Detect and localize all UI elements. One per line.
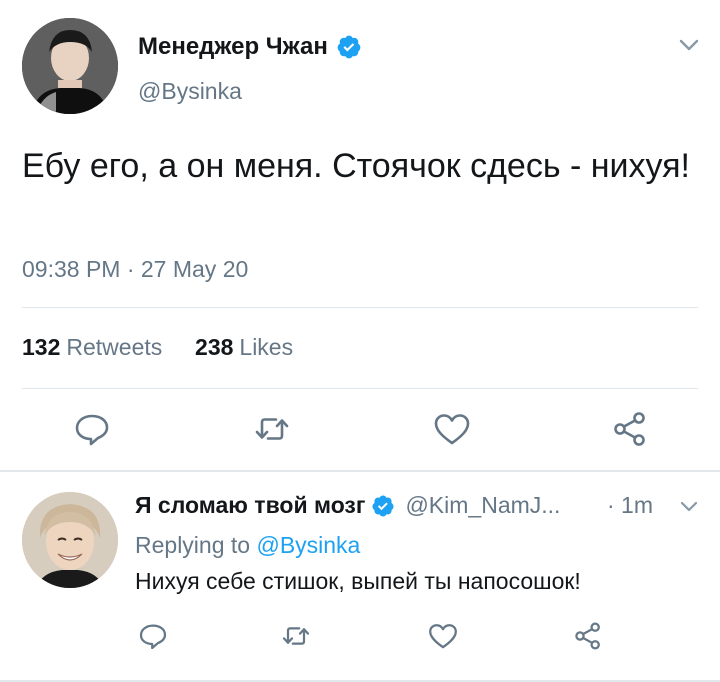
heart-icon[interactable] — [432, 409, 472, 449]
reply-timestamp[interactable]: · 1m — [607, 492, 653, 519]
replying-to-line: Replying to @Bysinka — [135, 532, 360, 559]
likes-count: 238 — [195, 334, 234, 360]
main-tweet: Менеджер Чжан @Bysinka Ебу его, а он мен… — [0, 0, 720, 470]
author-name[interactable]: Менеджер Чжан — [138, 33, 362, 61]
verified-badge-icon — [336, 34, 362, 60]
retweets-label: Retweets — [66, 334, 163, 360]
likes-label: Likes — [239, 334, 294, 360]
retweet-icon[interactable] — [280, 620, 312, 652]
share-icon[interactable] — [572, 620, 604, 652]
reply-author-avatar[interactable] — [22, 492, 118, 588]
author-handle[interactable]: @Bysinka — [138, 78, 242, 105]
author-name-text[interactable]: Менеджер Чжан — [138, 33, 328, 61]
chevron-down-icon[interactable] — [676, 34, 702, 56]
tweet-stats: 132 Retweets 238 Likes — [22, 334, 293, 361]
retweets-count: 132 — [22, 334, 61, 360]
divider — [22, 307, 698, 308]
reply-author-handle[interactable]: @Kim_NamJ... — [405, 492, 560, 519]
share-icon[interactable] — [610, 409, 650, 449]
chevron-down-icon[interactable] — [678, 497, 700, 517]
replying-to-label: Replying to — [135, 532, 251, 558]
likes-stat[interactable]: 238 Likes — [195, 334, 293, 360]
reply-author-name[interactable]: Я сломаю твой мозг — [135, 492, 365, 519]
reply-icon[interactable] — [72, 409, 112, 449]
thread-separator — [0, 470, 720, 472]
reply-header: Я сломаю твой мозг @Kim_NamJ... — [135, 492, 560, 519]
tweet-timestamp[interactable]: 09:38 PM · 27 May 20 — [22, 256, 248, 283]
reply-icon[interactable] — [137, 620, 169, 652]
reply-text: Нихуя себе стишок, выпей ты напосошок! — [135, 568, 581, 594]
author-avatar[interactable] — [22, 18, 118, 114]
replying-to-mention[interactable]: @Bysinka — [256, 532, 360, 558]
verified-badge-icon — [371, 494, 395, 518]
retweet-icon[interactable] — [252, 409, 292, 449]
heart-icon[interactable] — [427, 620, 459, 652]
divider — [22, 388, 698, 389]
tweet-text: Ебу его, а он меня. Стоячок сдесь - ниху… — [22, 147, 690, 185]
retweets-stat[interactable]: 132 Retweets — [22, 334, 169, 360]
